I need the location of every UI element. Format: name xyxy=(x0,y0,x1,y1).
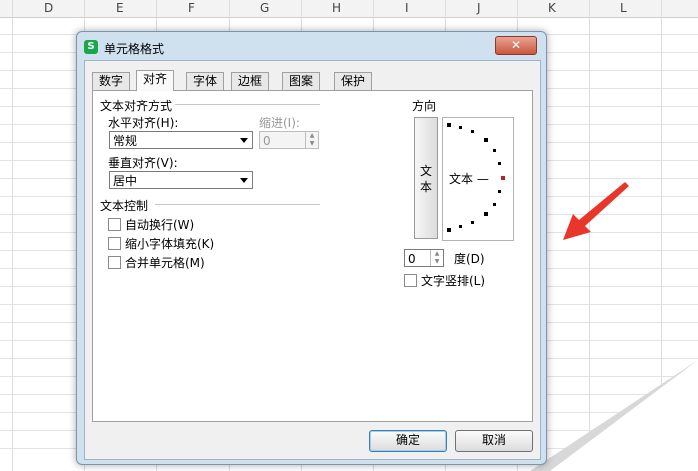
dial-marker xyxy=(447,123,451,127)
dial-marker xyxy=(484,138,488,142)
spin-down-icon[interactable]: ▼ xyxy=(305,140,318,148)
text-alignment-group-label: 文本对齐方式 xyxy=(100,99,173,113)
tab-protection[interactable]: 保护 xyxy=(334,72,373,90)
shrink-to-fit-label[interactable]: 缩小字体填充(K) xyxy=(125,235,214,252)
column-header-e[interactable]: E xyxy=(116,1,124,15)
orientation-group-label: 方向 xyxy=(412,99,437,113)
column-header-d[interactable]: D xyxy=(44,1,53,15)
dial-marker xyxy=(498,162,501,165)
dial-marker xyxy=(471,130,474,133)
dialog-title: 单元格格式 xyxy=(104,42,165,56)
dial-marker xyxy=(459,126,462,129)
tab-pattern[interactable]: 图案 xyxy=(282,72,321,90)
merge-cells-checkbox[interactable] xyxy=(108,256,121,269)
dial-marker xyxy=(484,212,488,216)
merge-cells-label[interactable]: 合并单元格(M) xyxy=(125,254,205,271)
horizontal-align-value: 常规 xyxy=(113,134,138,148)
dropdown-arrow-icon xyxy=(240,138,248,143)
tab-font[interactable]: 字体 xyxy=(186,72,225,90)
degrees-label: 度(D) xyxy=(454,252,485,266)
indent-label: 缩进(I): xyxy=(259,116,300,130)
vertical-align-select[interactable]: 居中 xyxy=(109,171,253,189)
spin-up-icon[interactable]: ▲ xyxy=(305,132,318,140)
spin-up-icon[interactable]: ▲ xyxy=(430,250,443,258)
stacked-text-label[interactable]: 文字竖排(L) xyxy=(421,272,485,289)
column-header-f[interactable]: F xyxy=(188,1,195,15)
degrees-value: 0 xyxy=(408,252,416,266)
dial-marker xyxy=(493,149,496,152)
dial-sample-text: 文本 — xyxy=(449,172,489,186)
vertical-align-label: 垂直对齐(V): xyxy=(108,156,178,170)
horizontal-align-label: 水平对齐(H): xyxy=(108,116,179,130)
orientation-group: 方向 文 本 文本 — 0 ▲ ▼ 度(D) 文字竖排(L) xyxy=(404,99,520,293)
group-divider xyxy=(175,104,320,105)
indent-value: 0 xyxy=(263,134,271,148)
dial-pointer xyxy=(501,176,505,180)
dialog-title-bar[interactable]: S 单元格格式 ✕ xyxy=(77,32,546,60)
dial-marker xyxy=(498,190,501,193)
vertical-text-char: 文 xyxy=(419,164,432,178)
format-cells-dialog: S 单元格格式 ✕ 数字 对齐 字体 边框 图案 保护 文本对齐方式 水平对齐(… xyxy=(76,31,547,465)
column-header-h[interactable]: H xyxy=(332,1,341,15)
column-header-j[interactable]: J xyxy=(477,1,481,15)
indent-spinner[interactable]: 0 ▲ ▼ xyxy=(259,131,319,149)
column-header-row: D E F G H I J K L xyxy=(0,0,698,18)
column-header-g[interactable]: G xyxy=(260,1,269,15)
wrap-text-label[interactable]: 自动换行(W) xyxy=(125,216,194,233)
dial-marker xyxy=(471,221,474,224)
vertical-text-button[interactable]: 文 本 xyxy=(414,117,438,239)
column-header-k[interactable]: K xyxy=(548,1,556,15)
close-button[interactable]: ✕ xyxy=(495,36,537,55)
cancel-button[interactable]: 取消 xyxy=(455,430,533,452)
ok-button[interactable]: 确定 xyxy=(369,430,447,452)
tab-number[interactable]: 数字 xyxy=(92,72,131,90)
degrees-spinner[interactable]: 0 ▲ ▼ xyxy=(404,249,444,267)
spin-down-icon[interactable]: ▼ xyxy=(430,258,443,266)
app-icon: S xyxy=(84,40,98,54)
vertical-align-value: 居中 xyxy=(113,174,138,188)
tab-alignment[interactable]: 对齐 xyxy=(136,70,175,91)
group-divider xyxy=(155,204,320,205)
vertical-text-char: 本 xyxy=(419,180,432,194)
dropdown-arrow-icon xyxy=(240,178,248,183)
horizontal-align-select[interactable]: 常规 xyxy=(109,131,253,149)
tab-border[interactable]: 边框 xyxy=(231,72,270,90)
alignment-panel: 文本对齐方式 水平对齐(H): 常规 缩进(I): 0 ▲ ▼ 垂直对齐(V):… xyxy=(92,90,533,422)
wrap-text-checkbox[interactable] xyxy=(108,218,121,231)
dial-marker xyxy=(459,225,462,228)
text-control-group-label: 文本控制 xyxy=(100,199,149,213)
column-header-i[interactable]: I xyxy=(405,1,409,15)
close-icon: ✕ xyxy=(510,38,522,52)
red-arrow-annotation xyxy=(563,182,629,240)
dial-marker xyxy=(493,203,496,206)
dial-marker xyxy=(447,228,451,232)
stacked-text-checkbox[interactable] xyxy=(404,274,417,287)
shrink-to-fit-checkbox[interactable] xyxy=(108,237,121,250)
column-header-l[interactable]: L xyxy=(620,1,627,15)
orientation-dial[interactable]: 文本 — xyxy=(442,117,514,241)
dialog-body: 数字 对齐 字体 边框 图案 保护 文本对齐方式 水平对齐(H): 常规 缩进(… xyxy=(84,60,541,460)
